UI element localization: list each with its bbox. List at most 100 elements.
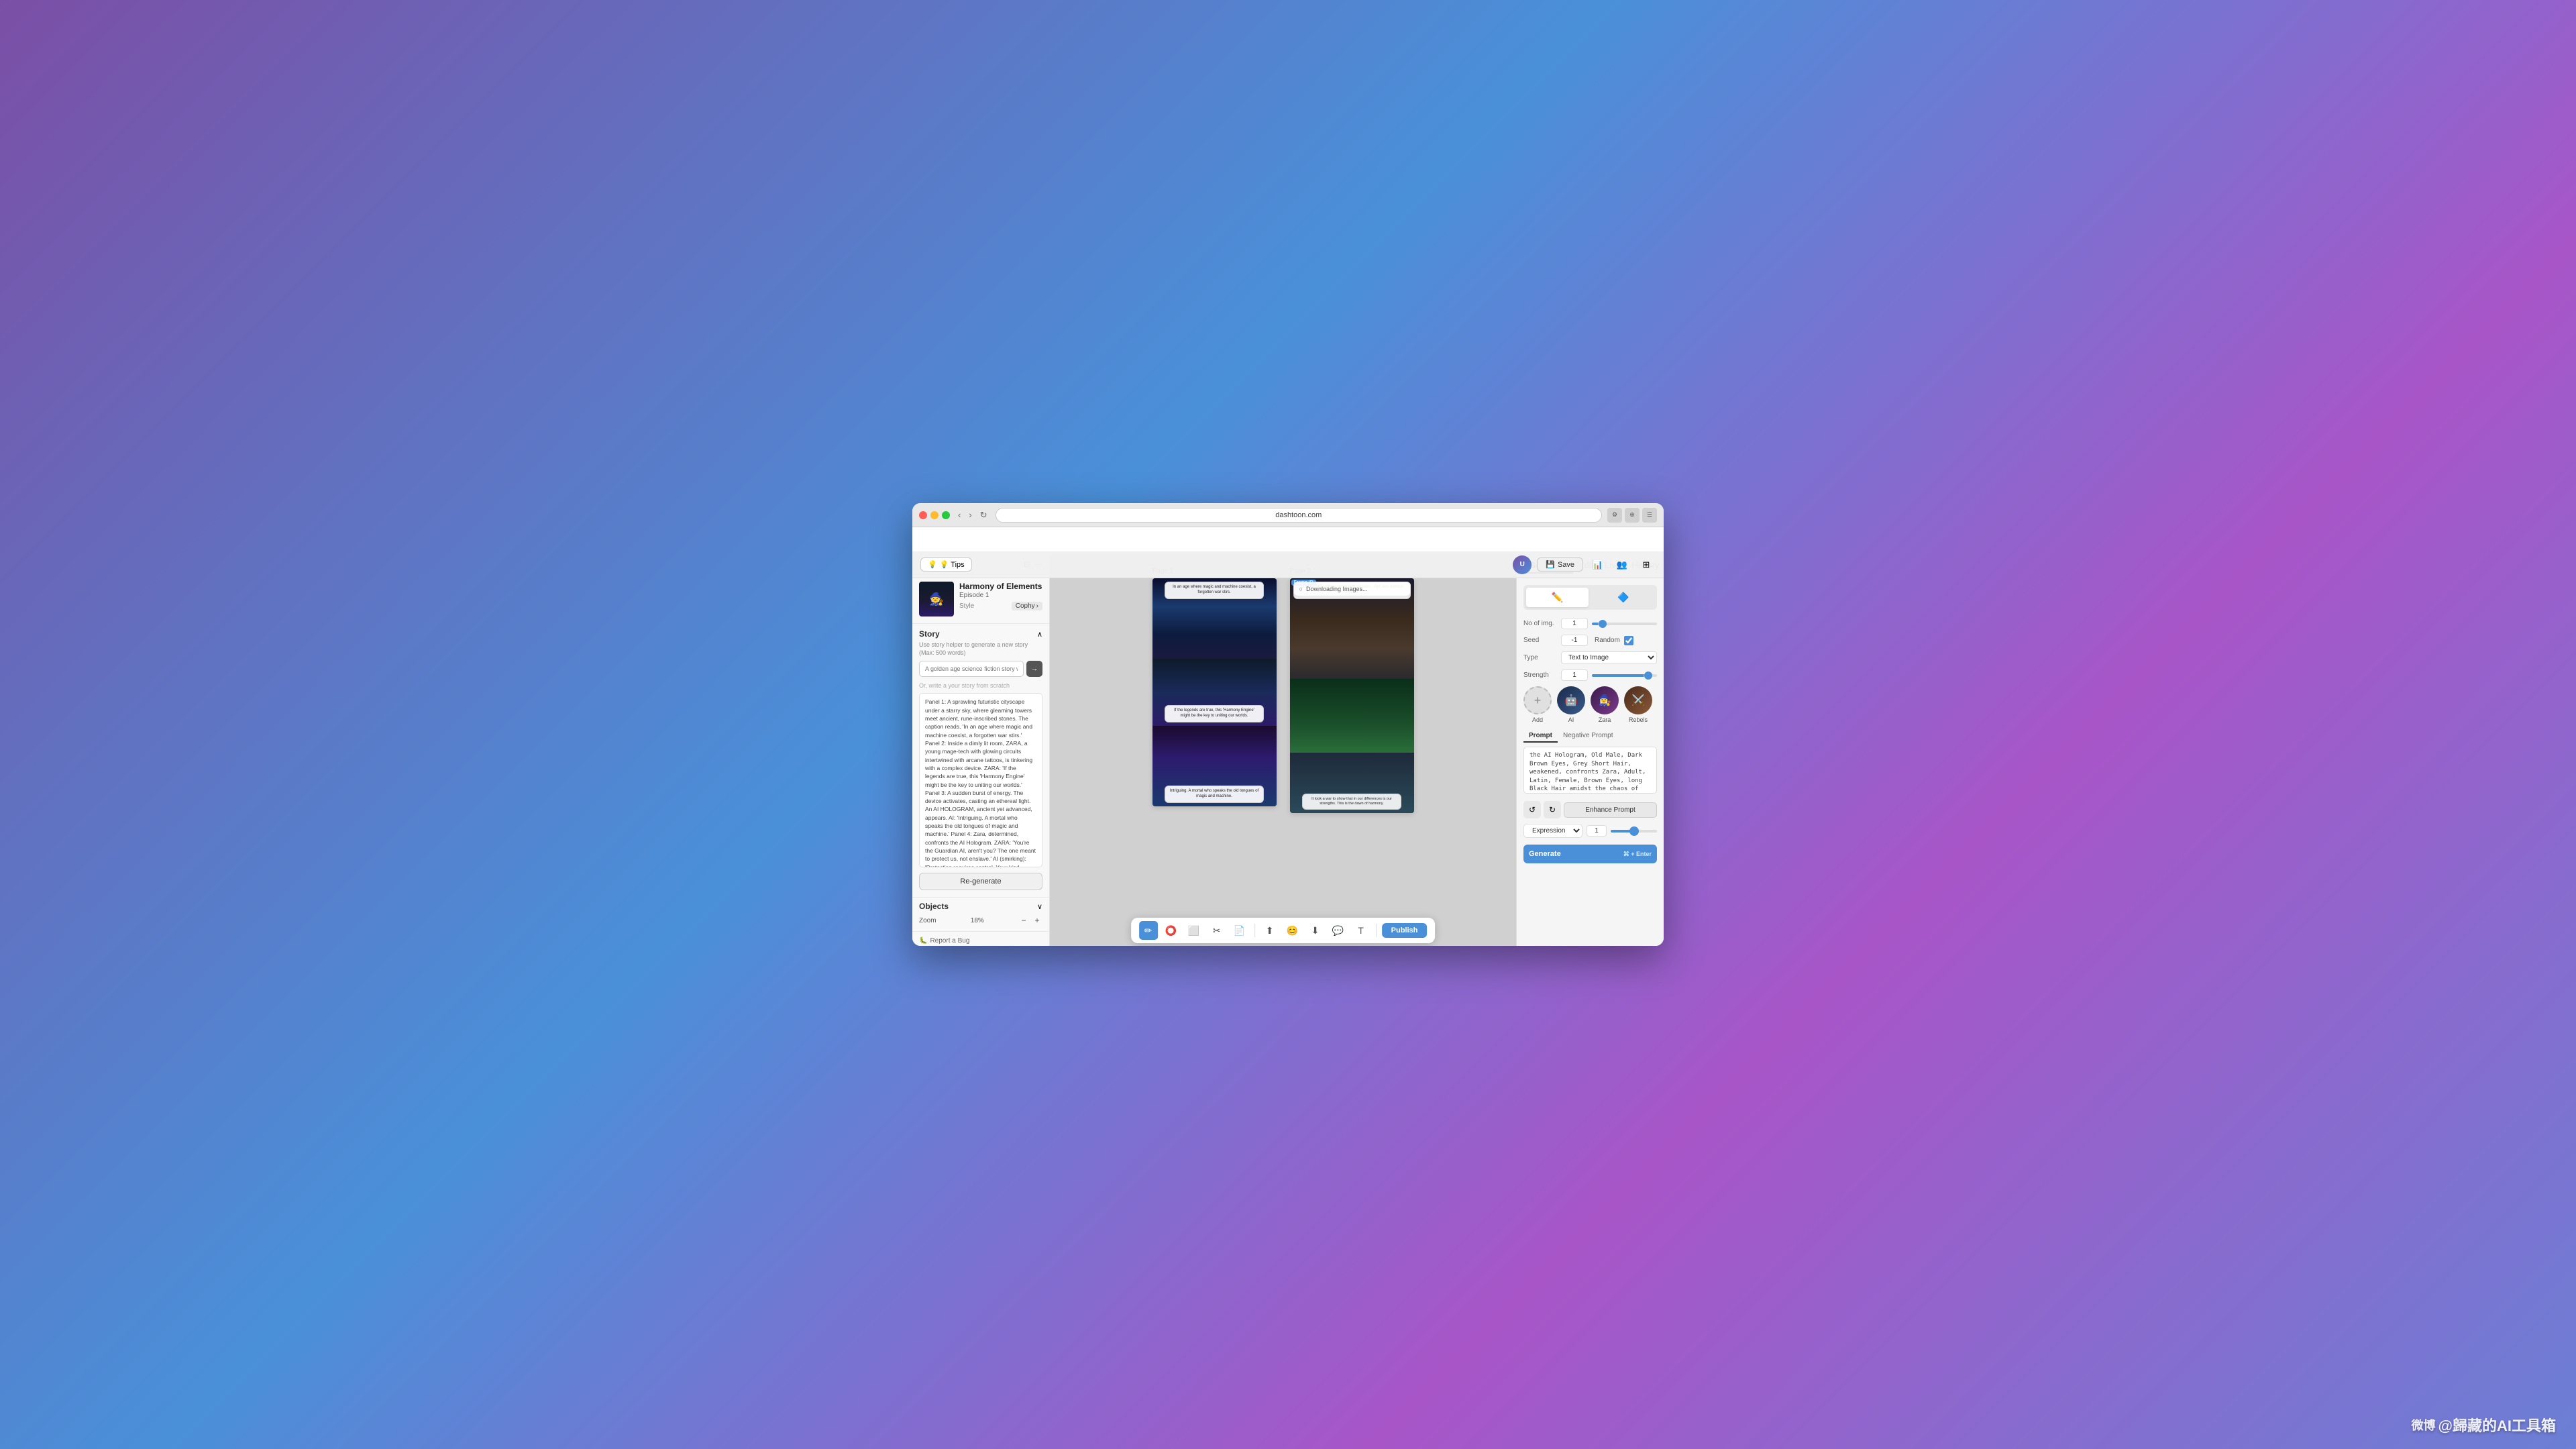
ai-character-item[interactable]: 🤖 AI bbox=[1557, 686, 1585, 723]
user-avatar[interactable]: U bbox=[1513, 555, 1532, 574]
share-icon-button[interactable]: 👥 bbox=[1613, 555, 1631, 574]
browser-btn-3[interactable]: ☰ bbox=[1642, 508, 1657, 523]
expression-select[interactable]: Expression bbox=[1523, 824, 1582, 838]
bug-icon: 🐛 bbox=[919, 937, 927, 945]
tips-button[interactable]: 💡 💡 Tips bbox=[920, 557, 972, 572]
select-tool-button[interactable]: ✏ bbox=[1139, 921, 1158, 940]
main-content: ← Back ⊟ ⋯ 🧙 Harmony of Elements Episode… bbox=[912, 554, 1664, 946]
fullscreen-dot[interactable] bbox=[942, 511, 950, 519]
rebels-character-item[interactable]: ⚔️ Rebels bbox=[1624, 686, 1652, 723]
generate-label: Generate bbox=[1529, 850, 1561, 858]
text-button[interactable]: T bbox=[1352, 921, 1371, 940]
prompt-undo-button[interactable]: ↺ bbox=[1523, 801, 1541, 818]
style-row: Style Cophy › bbox=[959, 602, 1042, 610]
objects-toggle-button[interactable]: ∨ bbox=[1037, 902, 1042, 911]
add-character-item[interactable]: + Add bbox=[1523, 686, 1552, 723]
layout-icon-button[interactable]: ⊞ bbox=[1637, 555, 1656, 574]
story-prompt-input[interactable] bbox=[919, 661, 1024, 677]
random-label: Random bbox=[1595, 637, 1620, 644]
toolbar-divider-1 bbox=[1254, 924, 1255, 937]
close-dot[interactable] bbox=[919, 511, 927, 519]
canvas-area[interactable]: Page 1 In an age where magic and machine… bbox=[1050, 554, 1516, 946]
seed-label: Seed bbox=[1523, 637, 1557, 644]
toolbar-divider-2 bbox=[1376, 924, 1377, 937]
upload-button[interactable]: ⬆ bbox=[1260, 921, 1279, 940]
report-bug-footer[interactable]: 🐛 Report a Bug bbox=[912, 931, 1049, 946]
project-title: Harmony of Elements bbox=[959, 582, 1042, 591]
tips-label: 💡 Tips bbox=[940, 560, 965, 569]
negative-prompt-tab[interactable]: Negative Prompt bbox=[1558, 730, 1618, 743]
strength-label: Strength bbox=[1523, 672, 1557, 679]
loading-spinner-icon: ○ bbox=[1299, 586, 1303, 592]
emoji-button[interactable]: 😊 bbox=[1283, 921, 1302, 940]
enhance-prompt-button[interactable]: Enhance Prompt bbox=[1564, 802, 1657, 818]
rebels-character-name: Rebels bbox=[1629, 716, 1648, 723]
save-button[interactable]: 💾 Save bbox=[1537, 557, 1583, 572]
story-toggle-button[interactable]: ∧ bbox=[1037, 630, 1042, 639]
url-bar[interactable]: dashtoon.com bbox=[996, 508, 1602, 523]
browser-chrome: ‹ › ↻ dashtoon.com ⚙ ⊕ ☰ bbox=[912, 503, 1664, 527]
comic-page-2: ○ Downloading Images... Frame ID Why res… bbox=[1290, 578, 1414, 813]
comic-panel-1-2[interactable]: If the legends are true, this 'Harmony E… bbox=[1152, 659, 1277, 726]
style-value[interactable]: Cophy › bbox=[1012, 602, 1042, 610]
erase-tool-icon-button[interactable]: 🔷 bbox=[1593, 588, 1655, 607]
comic-panel-2-3[interactable]: It took a war to show that in our differ… bbox=[1290, 753, 1414, 813]
page-tool-button[interactable]: 📄 bbox=[1230, 921, 1249, 940]
objects-label: Objects bbox=[919, 902, 949, 911]
page-2-wrapper: Page 2 ○ Downloading Images... Fr bbox=[1290, 568, 1414, 813]
story-prompt-row: → bbox=[912, 661, 1049, 682]
prompt-tab[interactable]: Prompt bbox=[1523, 730, 1558, 743]
regenerate-button[interactable]: Re-generate bbox=[919, 873, 1042, 890]
browser-btn-2[interactable]: ⊕ bbox=[1625, 508, 1640, 523]
zoom-in-button[interactable]: + bbox=[1032, 915, 1042, 926]
rebels-character-avatar: ⚔️ bbox=[1624, 686, 1652, 714]
no-img-label: No of img. bbox=[1523, 620, 1557, 627]
prompt-textarea[interactable]: the AI Hologram, Old Male, Dark Brown Ey… bbox=[1523, 747, 1657, 794]
zara-character-avatar: 🧙‍♀️ bbox=[1591, 686, 1619, 714]
bubble-button[interactable]: 💬 bbox=[1329, 921, 1348, 940]
story-prompt-go-button[interactable]: → bbox=[1026, 661, 1042, 677]
project-info: 🧙 Harmony of Elements Episode 1 Style Co… bbox=[912, 575, 1049, 624]
nav-buttons: ‹ › ↻ bbox=[955, 508, 990, 522]
download-button[interactable]: ⬇ bbox=[1306, 921, 1325, 940]
story-label: Story bbox=[919, 629, 940, 639]
random-checkbox[interactable] bbox=[1624, 636, 1633, 645]
circle-tool-button[interactable]: ⭕ bbox=[1162, 921, 1181, 940]
zara-character-item[interactable]: 🧙‍♀️ Zara bbox=[1591, 686, 1619, 723]
prompt-section: Prompt Negative Prompt the AI Hologram, … bbox=[1523, 730, 1657, 796]
left-sidebar: ← Back ⊟ ⋯ 🧙 Harmony of Elements Episode… bbox=[912, 554, 1050, 946]
url-text: dashtoon.com bbox=[1275, 511, 1322, 519]
comic-panel-2-2[interactable] bbox=[1290, 679, 1414, 753]
reload-button[interactable]: ↻ bbox=[977, 508, 990, 522]
draw-tool-icon-button[interactable]: ✏️ bbox=[1526, 588, 1589, 607]
comic-panel-1-1[interactable]: In an age where magic and machine coexis… bbox=[1152, 578, 1277, 659]
forward-nav-button[interactable]: › bbox=[966, 508, 974, 522]
cut-tool-button[interactable]: ✂ bbox=[1208, 921, 1226, 940]
right-panel: Generate Edit Live History Settings ✏️ 🔷 bbox=[1516, 554, 1664, 946]
rect-tool-button[interactable]: ⬜ bbox=[1185, 921, 1203, 940]
generate-button[interactable]: Generate ⌘ + Enter bbox=[1523, 845, 1657, 863]
story-text-area[interactable]: Panel 1: A sprawling futuristic cityscap… bbox=[919, 693, 1042, 867]
minimize-dot[interactable] bbox=[930, 511, 938, 519]
comic-panel-1-3[interactable]: Intriguing. A mortal who speaks the old … bbox=[1152, 726, 1277, 806]
watermark-text: @歸藏的AI工具箱 bbox=[2438, 1414, 2556, 1436]
zoom-out-button[interactable]: − bbox=[1018, 915, 1029, 926]
zoom-controls: − + bbox=[1018, 915, 1042, 926]
canvas-toolbar: ✏ ⭕ ⬜ ✂ 📄 ⬆ 😊 ⬇ 💬 T Publish bbox=[1131, 918, 1436, 943]
back-nav-button[interactable]: ‹ bbox=[955, 508, 963, 522]
publish-button[interactable]: Publish bbox=[1382, 923, 1428, 938]
browser-action-buttons: ⚙ ⊕ ☰ bbox=[1607, 508, 1657, 523]
browser-btn-1[interactable]: ⚙ bbox=[1607, 508, 1622, 523]
zoom-value: 18% bbox=[971, 917, 984, 924]
panel-1-3-speech: Intriguing. A mortal who speaks the old … bbox=[1170, 789, 1258, 798]
downloading-text: Downloading Images... bbox=[1306, 586, 1368, 592]
stats-icon-button[interactable]: 📊 bbox=[1589, 555, 1607, 574]
type-select[interactable]: Text to Image bbox=[1561, 651, 1657, 664]
add-character-button[interactable]: + bbox=[1523, 686, 1552, 714]
project-thumbnail: 🧙 bbox=[919, 582, 954, 616]
style-label: Style bbox=[959, 602, 974, 610]
panel-1-2-speech: If the legends are true, this 'Harmony E… bbox=[1174, 708, 1254, 718]
story-hint: Use story helper to generate a new story… bbox=[912, 641, 1049, 661]
project-episode: Episode 1 bbox=[959, 592, 1042, 599]
prompt-redo-button[interactable]: ↻ bbox=[1544, 801, 1561, 818]
